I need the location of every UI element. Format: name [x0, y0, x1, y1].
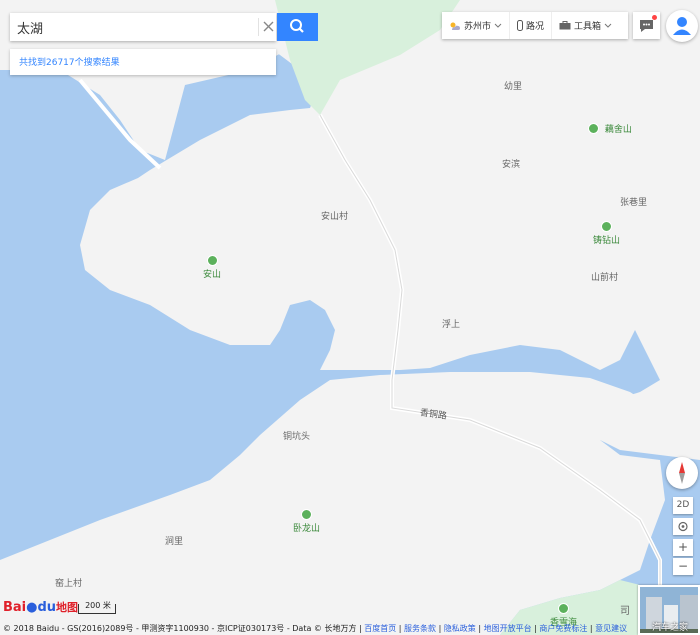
traffic-light-icon: [517, 20, 524, 31]
chevron-down-icon: [494, 23, 502, 28]
place-label: 安山村: [321, 212, 349, 222]
poi-label: 藕舍山: [604, 125, 632, 135]
zoom-out-button[interactable]: −: [673, 558, 693, 575]
toolbox-button[interactable]: 工具箱: [552, 12, 619, 39]
weather-icon: [450, 22, 460, 30]
compass-icon: [679, 462, 685, 484]
traffic-button[interactable]: 路况: [510, 12, 553, 39]
chevron-down-icon: [604, 23, 612, 28]
mountain-icon: [601, 221, 612, 232]
toolbox-icon: [559, 21, 571, 30]
scale-bar: 200 米: [78, 601, 116, 614]
place-label: 幼里: [504, 82, 523, 92]
place-label: 浮上: [442, 320, 461, 330]
scenic-icon: [558, 603, 569, 614]
toolbox-label: 工具箱: [574, 22, 602, 32]
top-toolbar: 苏州市 路况 工具箱: [442, 12, 628, 39]
poi-mountain[interactable]: 藕舍山: [588, 121, 632, 135]
locate-button[interactable]: [673, 518, 693, 535]
link-privacy[interactable]: 隐私政策: [444, 624, 476, 633]
search-button[interactable]: [277, 13, 318, 41]
poi-mountain[interactable]: 铸钻山: [593, 221, 620, 246]
search-input[interactable]: [10, 13, 248, 41]
place-label: 窑上村: [55, 579, 83, 589]
logo-ditu: 地图: [56, 601, 79, 614]
city-selector[interactable]: 苏州市: [442, 12, 511, 39]
compass-button[interactable]: [666, 457, 698, 489]
close-icon: [263, 21, 274, 32]
link-baidu-home[interactable]: 百度首页: [364, 624, 396, 633]
place-label: 涧里: [165, 537, 184, 547]
scale-label: 200 米: [85, 601, 111, 610]
link-merchant[interactable]: 商户免费标注: [539, 624, 587, 633]
avatar[interactable]: [666, 10, 698, 42]
baidu-logo[interactable]: Bai●du地图: [3, 599, 78, 615]
copyright-text: © 2018 Baidu - GS(2016)2089号 - 甲测资字11009…: [3, 624, 362, 633]
notification-dot: [652, 15, 657, 20]
place-label: 山前村: [591, 273, 619, 283]
result-count[interactable]: 共找到26717个搜索结果: [10, 49, 276, 75]
place-label: 司: [620, 606, 630, 617]
link-feedback[interactable]: 意见建议: [595, 624, 627, 633]
map-canvas[interactable]: [0, 0, 700, 635]
locate-icon: [678, 521, 688, 532]
view-2d-button[interactable]: 2D: [673, 497, 693, 514]
user-icon: [673, 17, 691, 35]
place-label: 铜坑头: [283, 432, 311, 442]
place-label: 安滨: [502, 160, 521, 170]
zoom-in-button[interactable]: +: [673, 539, 693, 556]
city-label: 苏州市: [464, 22, 492, 32]
mountain-icon: [206, 255, 218, 266]
copyright-bar: © 2018 Baidu - GS(2016)2089号 - 甲测资字11009…: [3, 624, 628, 633]
poi-mountain[interactable]: 卧龙山: [293, 509, 320, 534]
mountain-icon: [301, 509, 312, 520]
search-icon: [290, 19, 304, 33]
poi-label: 铸钻山: [593, 236, 621, 246]
message-button[interactable]: [633, 12, 660, 39]
mountain-icon: [588, 123, 599, 134]
search-box: [10, 13, 276, 41]
poi-label: 卧龙山: [293, 524, 321, 534]
poi-mountain[interactable]: 安山: [203, 255, 221, 280]
traffic-label: 路况: [526, 22, 545, 32]
clear-button[interactable]: [258, 18, 276, 36]
logo-bai: Bai: [3, 600, 27, 615]
link-open-platform[interactable]: 地图开放平台: [484, 624, 532, 633]
poi-label: 安山: [203, 270, 222, 280]
paw-icon: ●: [26, 600, 38, 615]
place-label: 张巷里: [620, 198, 648, 208]
logo-du: du: [37, 600, 57, 615]
watermark: 汽车之家: [652, 623, 689, 633]
link-terms[interactable]: 服务条款: [404, 624, 436, 633]
